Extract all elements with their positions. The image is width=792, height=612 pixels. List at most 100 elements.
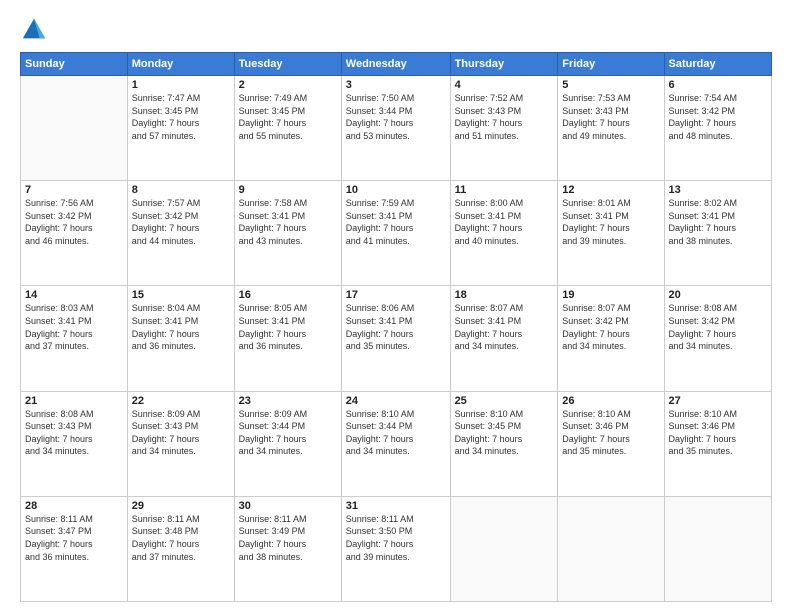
day-info: Sunrise: 8:08 AM Sunset: 3:42 PM Dayligh… [669,302,767,352]
day-number: 3 [346,79,446,91]
day-cell: 18Sunrise: 8:07 AM Sunset: 3:41 PM Dayli… [450,286,558,391]
day-info: Sunrise: 8:10 AM Sunset: 3:46 PM Dayligh… [669,408,767,458]
day-info: Sunrise: 8:11 AM Sunset: 3:49 PM Dayligh… [239,513,337,563]
day-number: 4 [455,79,554,91]
day-number: 11 [455,184,554,196]
day-info: Sunrise: 7:50 AM Sunset: 3:44 PM Dayligh… [346,92,446,142]
day-cell: 27Sunrise: 8:10 AM Sunset: 3:46 PM Dayli… [664,391,771,496]
day-number: 7 [25,184,123,196]
week-row-1: 1Sunrise: 7:47 AM Sunset: 3:45 PM Daylig… [21,76,772,181]
day-info: Sunrise: 7:47 AM Sunset: 3:45 PM Dayligh… [132,92,230,142]
day-header-tuesday: Tuesday [234,53,341,76]
day-info: Sunrise: 8:04 AM Sunset: 3:41 PM Dayligh… [132,302,230,352]
day-info: Sunrise: 7:52 AM Sunset: 3:43 PM Dayligh… [455,92,554,142]
day-info: Sunrise: 8:03 AM Sunset: 3:41 PM Dayligh… [25,302,123,352]
day-info: Sunrise: 8:09 AM Sunset: 3:44 PM Dayligh… [239,408,337,458]
day-cell: 26Sunrise: 8:10 AM Sunset: 3:46 PM Dayli… [558,391,664,496]
week-row-4: 21Sunrise: 8:08 AM Sunset: 3:43 PM Dayli… [21,391,772,496]
day-number: 17 [346,289,446,301]
day-number: 19 [562,289,659,301]
week-row-5: 28Sunrise: 8:11 AM Sunset: 3:47 PM Dayli… [21,496,772,601]
day-cell: 22Sunrise: 8:09 AM Sunset: 3:43 PM Dayli… [127,391,234,496]
logo [20,16,52,44]
day-cell: 15Sunrise: 8:04 AM Sunset: 3:41 PM Dayli… [127,286,234,391]
day-cell: 10Sunrise: 7:59 AM Sunset: 3:41 PM Dayli… [341,181,450,286]
day-number: 26 [562,395,659,407]
day-number: 24 [346,395,446,407]
day-number: 16 [239,289,337,301]
day-cell: 17Sunrise: 8:06 AM Sunset: 3:41 PM Dayli… [341,286,450,391]
day-header-saturday: Saturday [664,53,771,76]
day-info: Sunrise: 8:08 AM Sunset: 3:43 PM Dayligh… [25,408,123,458]
day-number: 13 [669,184,767,196]
calendar-header: SundayMondayTuesdayWednesdayThursdayFrid… [21,53,772,76]
day-info: Sunrise: 8:07 AM Sunset: 3:42 PM Dayligh… [562,302,659,352]
day-info: Sunrise: 8:11 AM Sunset: 3:50 PM Dayligh… [346,513,446,563]
day-number: 18 [455,289,554,301]
page: SundayMondayTuesdayWednesdayThursdayFrid… [0,0,792,612]
day-number: 15 [132,289,230,301]
day-number: 30 [239,500,337,512]
day-number: 27 [669,395,767,407]
day-info: Sunrise: 8:00 AM Sunset: 3:41 PM Dayligh… [455,197,554,247]
day-info: Sunrise: 7:58 AM Sunset: 3:41 PM Dayligh… [239,197,337,247]
day-cell: 28Sunrise: 8:11 AM Sunset: 3:47 PM Dayli… [21,496,128,601]
day-cell: 3Sunrise: 7:50 AM Sunset: 3:44 PM Daylig… [341,76,450,181]
day-cell: 23Sunrise: 8:09 AM Sunset: 3:44 PM Dayli… [234,391,341,496]
day-cell: 5Sunrise: 7:53 AM Sunset: 3:43 PM Daylig… [558,76,664,181]
day-number: 20 [669,289,767,301]
day-cell: 25Sunrise: 8:10 AM Sunset: 3:45 PM Dayli… [450,391,558,496]
calendar-body: 1Sunrise: 7:47 AM Sunset: 3:45 PM Daylig… [21,76,772,602]
day-info: Sunrise: 8:10 AM Sunset: 3:46 PM Dayligh… [562,408,659,458]
day-cell [21,76,128,181]
day-cell: 31Sunrise: 8:11 AM Sunset: 3:50 PM Dayli… [341,496,450,601]
day-info: Sunrise: 8:11 AM Sunset: 3:48 PM Dayligh… [132,513,230,563]
day-info: Sunrise: 8:05 AM Sunset: 3:41 PM Dayligh… [239,302,337,352]
day-info: Sunrise: 8:07 AM Sunset: 3:41 PM Dayligh… [455,302,554,352]
week-row-3: 14Sunrise: 8:03 AM Sunset: 3:41 PM Dayli… [21,286,772,391]
day-cell: 29Sunrise: 8:11 AM Sunset: 3:48 PM Dayli… [127,496,234,601]
calendar-table: SundayMondayTuesdayWednesdayThursdayFrid… [20,52,772,602]
day-header-thursday: Thursday [450,53,558,76]
day-cell: 8Sunrise: 7:57 AM Sunset: 3:42 PM Daylig… [127,181,234,286]
day-cell: 1Sunrise: 7:47 AM Sunset: 3:45 PM Daylig… [127,76,234,181]
day-cell: 4Sunrise: 7:52 AM Sunset: 3:43 PM Daylig… [450,76,558,181]
day-info: Sunrise: 7:56 AM Sunset: 3:42 PM Dayligh… [25,197,123,247]
day-number: 2 [239,79,337,91]
day-cell: 20Sunrise: 8:08 AM Sunset: 3:42 PM Dayli… [664,286,771,391]
day-info: Sunrise: 8:09 AM Sunset: 3:43 PM Dayligh… [132,408,230,458]
day-cell: 21Sunrise: 8:08 AM Sunset: 3:43 PM Dayli… [21,391,128,496]
day-number: 28 [25,500,123,512]
day-number: 31 [346,500,446,512]
day-info: Sunrise: 7:59 AM Sunset: 3:41 PM Dayligh… [346,197,446,247]
day-info: Sunrise: 7:49 AM Sunset: 3:45 PM Dayligh… [239,92,337,142]
day-number: 6 [669,79,767,91]
day-header-wednesday: Wednesday [341,53,450,76]
day-cell: 19Sunrise: 8:07 AM Sunset: 3:42 PM Dayli… [558,286,664,391]
day-cell: 30Sunrise: 8:11 AM Sunset: 3:49 PM Dayli… [234,496,341,601]
day-info: Sunrise: 8:11 AM Sunset: 3:47 PM Dayligh… [25,513,123,563]
day-number: 10 [346,184,446,196]
day-number: 22 [132,395,230,407]
day-cell: 13Sunrise: 8:02 AM Sunset: 3:41 PM Dayli… [664,181,771,286]
day-number: 23 [239,395,337,407]
day-info: Sunrise: 7:57 AM Sunset: 3:42 PM Dayligh… [132,197,230,247]
day-info: Sunrise: 7:54 AM Sunset: 3:42 PM Dayligh… [669,92,767,142]
day-cell: 6Sunrise: 7:54 AM Sunset: 3:42 PM Daylig… [664,76,771,181]
day-header-friday: Friday [558,53,664,76]
week-row-2: 7Sunrise: 7:56 AM Sunset: 3:42 PM Daylig… [21,181,772,286]
day-cell [664,496,771,601]
day-number: 21 [25,395,123,407]
day-cell: 24Sunrise: 8:10 AM Sunset: 3:44 PM Dayli… [341,391,450,496]
day-info: Sunrise: 8:06 AM Sunset: 3:41 PM Dayligh… [346,302,446,352]
day-number: 8 [132,184,230,196]
day-cell: 9Sunrise: 7:58 AM Sunset: 3:41 PM Daylig… [234,181,341,286]
day-number: 29 [132,500,230,512]
day-info: Sunrise: 7:53 AM Sunset: 3:43 PM Dayligh… [562,92,659,142]
day-cell: 11Sunrise: 8:00 AM Sunset: 3:41 PM Dayli… [450,181,558,286]
day-header-monday: Monday [127,53,234,76]
logo-icon [20,16,48,44]
day-info: Sunrise: 8:10 AM Sunset: 3:45 PM Dayligh… [455,408,554,458]
day-cell [450,496,558,601]
day-info: Sunrise: 8:02 AM Sunset: 3:41 PM Dayligh… [669,197,767,247]
